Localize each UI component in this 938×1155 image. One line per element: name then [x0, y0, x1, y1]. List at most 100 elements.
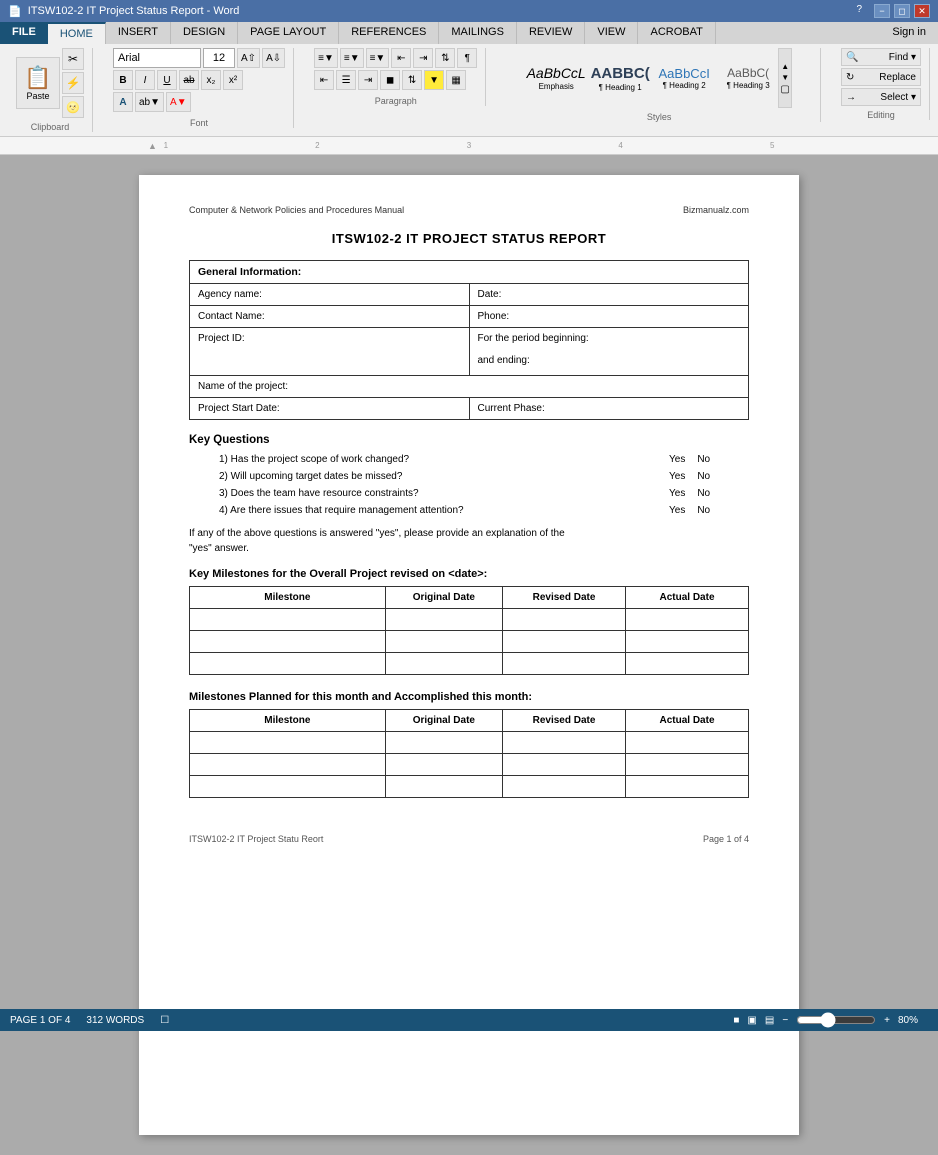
question-3: 3) Does the team have resource constrain…: [189, 488, 749, 499]
question-4-yes: Yes: [669, 505, 685, 516]
align-center-button[interactable]: ☰: [336, 70, 356, 90]
close-button[interactable]: ✕: [914, 4, 930, 18]
tab-references[interactable]: REFERENCES: [339, 22, 439, 44]
multilevel-button[interactable]: ≡▼: [366, 48, 390, 68]
paste-button[interactable]: 📋 Paste: [16, 57, 60, 109]
restore-button[interactable]: ◻: [894, 4, 910, 18]
tab-view[interactable]: VIEW: [585, 22, 638, 44]
zoom-level[interactable]: 80%: [898, 1015, 928, 1026]
superscript-button[interactable]: x²: [223, 70, 243, 90]
search-icon: 🔍: [846, 52, 858, 63]
milestones1-r3-orig: [385, 653, 502, 675]
strikethrough-button[interactable]: ab: [179, 70, 199, 90]
decrease-indent-button[interactable]: ⇤: [391, 48, 411, 68]
increase-indent-button[interactable]: ⇥: [413, 48, 433, 68]
show-formatting-button[interactable]: ¶: [457, 48, 477, 68]
milestones1-r3-milestone: [190, 653, 386, 675]
general-info-table: General Information: Agency name: Date: …: [189, 260, 749, 420]
align-right-button[interactable]: ⇥: [358, 70, 378, 90]
milestones1-table: Milestone Original Date Revised Date Act…: [189, 586, 749, 675]
style-heading1[interactable]: AABBC( ¶ Heading 1: [590, 65, 650, 92]
styles-scroll-button[interactable]: ▲ ▼ ▢: [778, 48, 792, 108]
line-spacing-button[interactable]: ⇅: [402, 70, 422, 90]
zoom-slider[interactable]: [796, 1016, 876, 1024]
style-heading2[interactable]: AaBbCcI ¶ Heading 2: [654, 66, 714, 91]
view-web-icon[interactable]: ▣: [747, 1015, 756, 1026]
milestones1-r1-actual: [626, 609, 749, 631]
highlight-button[interactable]: ab▼: [135, 92, 164, 112]
grow-font-button[interactable]: A⇧: [237, 48, 260, 68]
help-icon[interactable]: ?: [856, 4, 862, 18]
project-id-label: Project ID:: [190, 328, 470, 376]
tab-home[interactable]: HOME: [48, 22, 106, 44]
borders-button[interactable]: ▦: [446, 70, 466, 90]
zoom-out-button[interactable]: −: [782, 1015, 788, 1026]
bullets-button[interactable]: ≡▼: [314, 48, 338, 68]
milestones2-r3-milestone: [190, 776, 386, 798]
replace-button[interactable]: ↻ Replace: [841, 68, 921, 86]
project-name-label: Name of the project:: [190, 376, 749, 398]
font-size-input[interactable]: [203, 48, 235, 68]
milestones1-col-actual: Actual Date: [626, 587, 749, 609]
sign-in-button[interactable]: Sign in: [880, 22, 938, 44]
milestones1-heading: Key Milestones for the Overall Project r…: [189, 568, 749, 580]
milestones2-row-1: [190, 732, 749, 754]
title-bar-text: ITSW102-2 IT Project Status Report - Wor…: [28, 5, 240, 17]
editing-label: Editing: [867, 106, 895, 120]
format-painter-button[interactable]: 🌝: [62, 96, 84, 118]
italic-button[interactable]: I: [135, 70, 155, 90]
milestones1-row-1: [190, 609, 749, 631]
numbering-button[interactable]: ≡▼: [340, 48, 364, 68]
tab-insert[interactable]: INSERT: [106, 22, 171, 44]
explanation-text: If any of the above questions is answere…: [189, 526, 749, 556]
page-footer: ITSW102-2 IT Project Statu Reort Page 1 …: [189, 828, 749, 844]
style-heading2-label: ¶ Heading 2: [663, 81, 706, 90]
shrink-font-button[interactable]: A⇩: [262, 48, 285, 68]
key-questions-heading: Key Questions: [189, 434, 749, 446]
shading-button[interactable]: ▼: [424, 70, 444, 90]
styles-strip: AaBbCcL Emphasis AABBC( ¶ Heading 1 AaBb…: [526, 48, 778, 108]
cut-button[interactable]: ✂: [62, 48, 84, 70]
question-2-yes: Yes: [669, 471, 685, 482]
font-name-input[interactable]: [113, 48, 201, 68]
period-label: For the period beginning:and ending:: [469, 328, 749, 376]
select-button[interactable]: → Select ▾: [841, 88, 921, 106]
current-phase-label: Current Phase:: [469, 398, 749, 420]
project-start-label: Project Start Date:: [190, 398, 470, 420]
view-outline-icon[interactable]: ▤: [765, 1015, 774, 1026]
tab-acrobat[interactable]: ACROBAT: [638, 22, 715, 44]
style-heading3[interactable]: AaBbC( ¶ Heading 3: [718, 66, 778, 89]
milestones2-r2-actual: [626, 754, 749, 776]
tab-file[interactable]: FILE: [0, 22, 48, 44]
milestones2-col-rev: Revised Date: [503, 710, 626, 732]
tab-design[interactable]: DESIGN: [171, 22, 238, 44]
style-heading1-preview: AABBC(: [591, 65, 650, 83]
tab-review[interactable]: REVIEW: [517, 22, 585, 44]
tab-page-layout[interactable]: PAGE LAYOUT: [238, 22, 339, 44]
text-effects-button[interactable]: A: [113, 92, 133, 112]
tab-mailings[interactable]: MAILINGS: [439, 22, 517, 44]
copy-button[interactable]: ⚡: [62, 72, 84, 94]
milestones1-row-2: [190, 631, 749, 653]
clipboard-label: Clipboard: [31, 118, 70, 132]
question-1-options: Yes No: [669, 454, 749, 465]
page-header: Computer & Network Policies and Procedur…: [189, 205, 749, 215]
bold-button[interactable]: B: [113, 70, 133, 90]
question-2: 2) Will upcoming target dates be missed?…: [189, 471, 749, 482]
zoom-in-button[interactable]: +: [884, 1015, 890, 1026]
sort-button[interactable]: ⇅: [435, 48, 455, 68]
style-emphasis-preview: AaBbCcL: [527, 65, 586, 82]
proofing-icon[interactable]: ☐: [160, 1015, 169, 1026]
find-button[interactable]: 🔍 Find ▾: [841, 48, 921, 66]
underline-button[interactable]: U: [157, 70, 177, 90]
subscript-button[interactable]: x₂: [201, 70, 221, 90]
view-print-icon[interactable]: ■: [733, 1015, 739, 1026]
milestones2-r3-actual: [626, 776, 749, 798]
minimize-button[interactable]: −: [874, 4, 890, 18]
justify-button[interactable]: ◼: [380, 70, 400, 90]
align-left-button[interactable]: ⇤: [314, 70, 334, 90]
header-right: Bizmanualz.com: [683, 205, 749, 215]
milestones2-col-orig: Original Date: [385, 710, 502, 732]
style-emphasis[interactable]: AaBbCcL Emphasis: [526, 65, 586, 91]
font-color-button[interactable]: A▼: [166, 92, 191, 112]
